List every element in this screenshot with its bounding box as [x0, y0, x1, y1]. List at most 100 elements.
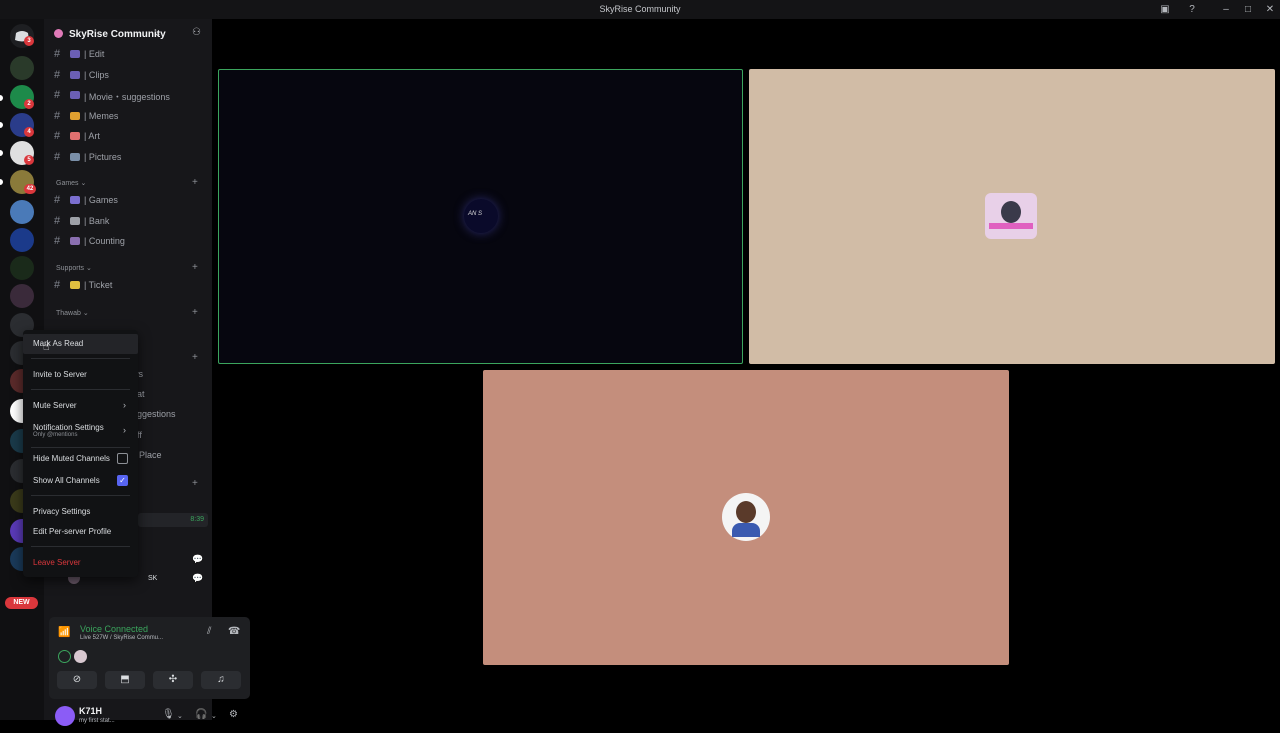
add-channel-icon[interactable]: + [192, 307, 198, 318]
add-channel-icon[interactable]: + [192, 352, 198, 363]
separator [31, 358, 130, 359]
channel-emoji-icon [70, 237, 80, 245]
channel-item[interactable]: # | Games [52, 191, 207, 209]
server-name[interactable]: SkyRise Community [69, 29, 166, 40]
voice-row[interactable]: 8:39 [138, 513, 208, 527]
channel-name: | Edit [84, 49, 105, 59]
server-icon[interactable] [10, 56, 34, 80]
mention-badge: 2 [24, 99, 34, 109]
add-channel-icon[interactable]: + [192, 478, 198, 489]
noise-suppression-icon[interactable]: ⫽ [207, 626, 211, 637]
user-name[interactable]: K71H [79, 706, 102, 716]
separator [31, 495, 130, 496]
hash-icon: # [54, 48, 61, 60]
separator [31, 546, 130, 547]
headphones-icon[interactable]: 🎧 [195, 709, 207, 720]
channel-item[interactable]: # | Edit [52, 45, 207, 63]
unread-pill [0, 122, 3, 128]
avatar[interactable] [58, 650, 71, 663]
channel-item[interactable]: # | Pictures [52, 148, 207, 166]
microphone-icon[interactable]: 🎙 [162, 709, 175, 720]
avatar-label: AN S [468, 211, 483, 217]
channel-partial[interactable]: ws [132, 365, 192, 383]
help-icon[interactable]: ? [1185, 3, 1199, 16]
inbox-icon[interactable]: ▣ [1158, 3, 1172, 16]
channel-item[interactable]: # | Bank [52, 212, 207, 230]
edit-profile-item[interactable]: Edit Per-server Profile [23, 522, 138, 542]
unread-pill [0, 95, 3, 101]
category-supports[interactable]: Supports ⌄ [56, 264, 92, 272]
mention-badge: 3 [24, 36, 34, 46]
minimize-button[interactable]: – [1219, 3, 1233, 16]
channel-name: | Games [84, 195, 118, 205]
privacy-settings-item[interactable]: Privacy Settings [23, 502, 138, 522]
channel-name: | Bank [84, 215, 110, 226]
channel-partial[interactable]: uggestions [132, 405, 192, 423]
channel-item[interactable]: # | Art [52, 127, 207, 145]
chevron-down-icon[interactable]: ⌄ [177, 712, 183, 720]
mute-server-item[interactable]: Mute Server › [23, 396, 138, 416]
notification-settings-item[interactable]: Notification Settings Only @mentions › [23, 418, 138, 444]
checkbox-checked[interactable]: ✓ [117, 475, 128, 486]
chevron-down-icon[interactable]: ⌄ [211, 712, 217, 720]
activities-icon[interactable]: ✣ [153, 671, 193, 689]
checkbox[interactable] [117, 453, 128, 464]
soundboard-icon[interactable]: ♫ [201, 671, 241, 689]
avatar[interactable] [55, 706, 75, 726]
separator [31, 447, 130, 448]
camera-off-icon[interactable]: ⊘ [57, 671, 97, 689]
channel-partial[interactable]: hat [132, 385, 192, 403]
chat-bubble-icon[interactable]: 💬 [192, 554, 203, 565]
video-tile[interactable]: AN S [218, 69, 743, 364]
server-context-menu: Mark As Read Invite to Server Mute Serve… [23, 330, 138, 577]
video-tile[interactable] [749, 69, 1275, 364]
invite-item[interactable]: Invite to Server [23, 365, 138, 385]
channel-emoji-icon [70, 196, 80, 204]
category-games[interactable]: Games ⌄ [56, 179, 86, 187]
channel-emoji-icon [70, 111, 80, 120]
avatar: AN S [464, 199, 498, 233]
server-icon[interactable] [10, 284, 34, 308]
channel-partial[interactable]: Place [139, 446, 199, 464]
channel-name: | Pictures [84, 151, 122, 162]
add-channel-icon[interactable]: + [192, 177, 198, 188]
hash-icon: # [54, 150, 61, 163]
channel-emoji-icon [70, 152, 80, 161]
channel-emoji-icon [70, 91, 80, 99]
server-icon[interactable] [10, 200, 34, 224]
add-member-icon[interactable]: ⚇ [192, 27, 201, 38]
mark-as-read-item[interactable]: Mark As Read [23, 334, 138, 354]
channel-item[interactable]: # | Counting [52, 232, 207, 250]
hide-muted-item[interactable]: Hide Muted Channels [23, 449, 138, 469]
user-status[interactable]: my first stat... [79, 718, 115, 724]
show-all-item[interactable]: Show All Channels ✓ [23, 471, 138, 491]
signal-icon[interactable]: 📶 [58, 627, 70, 638]
hash-icon: # [54, 130, 61, 142]
new-badge[interactable]: NEW [5, 597, 38, 609]
server-icon[interactable] [10, 228, 34, 252]
chat-bubble-icon[interactable]: 💬 [192, 573, 203, 584]
video-tile[interactable] [483, 370, 1009, 665]
maximize-button[interactable]: □ [1241, 3, 1255, 16]
add-channel-icon[interactable]: + [192, 262, 198, 273]
gear-icon[interactable]: ⚙ [229, 709, 238, 720]
close-button[interactable]: ✕ [1263, 3, 1277, 16]
server-icon[interactable] [10, 256, 34, 280]
channel-item[interactable]: # | Memes [52, 107, 207, 125]
voice-channel[interactable]: Live 527W / SkyRise Commu... [80, 635, 163, 641]
screen-share-icon[interactable]: ⬒ [105, 671, 145, 689]
disconnect-icon[interactable]: ☎ [228, 626, 240, 637]
channel-item[interactable]: # | Clips [52, 66, 207, 84]
channel-partial[interactable]: aff [132, 426, 192, 444]
channel-emoji-icon [70, 132, 80, 140]
chevron-right-icon: › [123, 425, 126, 435]
category-thawab[interactable]: Thawab ⌄ [56, 309, 89, 317]
channel-item[interactable]: # | Movie・suggestions [52, 86, 207, 104]
leave-server-item[interactable]: Leave Server [23, 553, 138, 573]
chevron-down-icon[interactable]: ⌄ [154, 28, 162, 39]
separator [31, 389, 130, 390]
channel-item[interactable]: # | Ticket [52, 276, 207, 294]
voice-status[interactable]: Voice Connected [80, 624, 148, 634]
avatar[interactable] [74, 650, 87, 663]
unread-pill [0, 150, 3, 156]
